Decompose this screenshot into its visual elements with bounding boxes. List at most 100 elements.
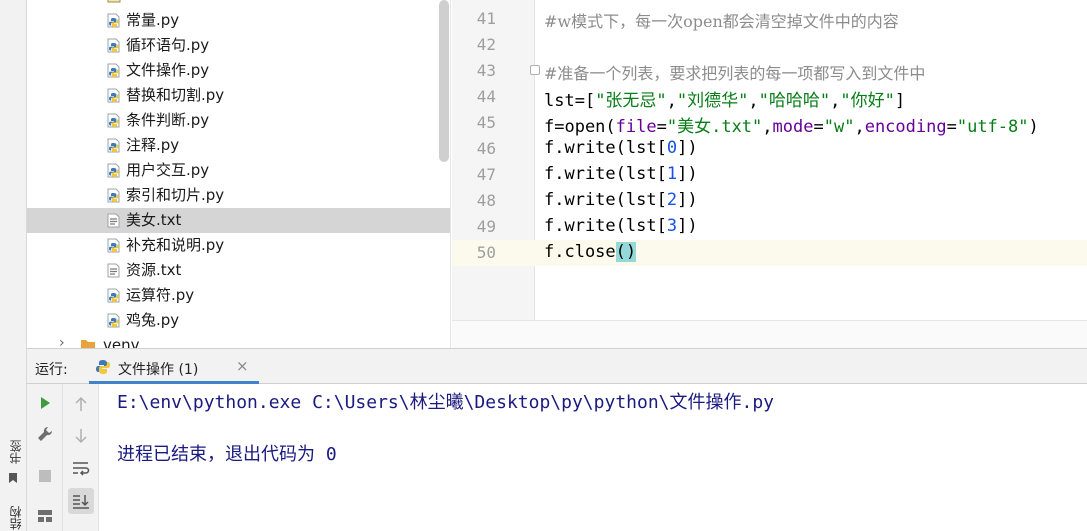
tree-item-label: 循环语句.py <box>126 36 210 54</box>
tree-item[interactable]: 美女.txt <box>27 208 450 233</box>
tree-item[interactable]: 用户交互.py <box>27 158 450 183</box>
line-number: 44 <box>476 87 496 106</box>
rerun-button[interactable] <box>35 393 55 413</box>
line-number: 47 <box>476 165 496 184</box>
arrow-down-icon <box>75 429 87 444</box>
code-editor[interactable]: 41 #w模式下，每一次open都会清空掉文件中的内容 42 43 #准备一个列… <box>452 0 1087 348</box>
soft-wrap-button[interactable] <box>71 458 91 478</box>
tree-item[interactable]: 条件判断.py <box>27 108 450 133</box>
play-icon <box>41 397 50 409</box>
tree-item[interactable]: 索引和切片.py <box>27 183 450 208</box>
image-file-icon <box>107 0 121 3</box>
run-toolbar-primary <box>27 384 63 531</box>
run-toolbar-secondary <box>63 384 99 531</box>
scroll-down-button[interactable] <box>71 426 91 446</box>
line-number: 42 <box>476 35 496 54</box>
tree-item[interactable]: 资源.txt <box>27 258 450 283</box>
structure-tab[interactable]: 结构 <box>7 506 24 530</box>
scroll-to-end-button[interactable] <box>68 488 94 514</box>
python-icon <box>96 360 110 374</box>
code-line-50: 50 f.close() <box>452 240 1087 266</box>
code-text: f.write(lst[1]) <box>544 164 698 184</box>
code-line-49: 49 f.write(lst[3]) <box>452 214 1087 240</box>
bookmark-icon <box>9 473 17 483</box>
tree-item-label: 资源.txt <box>126 261 182 279</box>
code-text: f.write(lst[0]) <box>544 138 698 158</box>
scroll-to-end-icon <box>73 495 89 509</box>
project-tree: 常量.py 循环语句.py 文件操作.py 替换和切割.py 条件判断.py 注释.py 用… <box>27 0 451 348</box>
console-command-line: E:\env\python.exe C:\Users\林尘曦\Desktop\p… <box>117 392 775 413</box>
tree-item[interactable]: 鸡兔.py <box>27 308 450 333</box>
code-line-43: 43 #准备一个列表，要求把列表的每一项都写入到文件中 <box>452 58 1087 84</box>
text-file-icon <box>107 213 120 228</box>
line-number: 49 <box>476 217 496 236</box>
python-file-icon <box>107 38 120 53</box>
code-line-45: 45 f=open(file="美女.txt",mode="w",encodin… <box>452 110 1087 137</box>
code-text: #w模式下，每一次open都会清空掉文件中的内容 <box>544 12 899 31</box>
line-number: 46 <box>476 139 496 158</box>
python-file-icon <box>107 138 120 153</box>
folder-icon <box>81 340 95 348</box>
text-file-icon <box>107 263 120 278</box>
code-line-44: 44 lst=["张无忌","刘德华","哈哈哈","你好"] <box>452 84 1087 111</box>
code-line-48: 48 f.write(lst[2]) <box>452 188 1087 214</box>
settings-button[interactable] <box>35 424 55 444</box>
code-line-46: 46 f.write(lst[0]) <box>452 136 1087 162</box>
tree-item[interactable]: 替换和切割.py <box>27 83 450 108</box>
editor-bottom-area <box>452 320 1087 348</box>
chevron-right-icon[interactable]: › <box>59 335 65 348</box>
tree-item-label: 条件判断.py <box>126 111 210 129</box>
line-number: 41 <box>476 9 496 28</box>
python-file-icon <box>107 188 120 203</box>
tree-item-label: 用户交互.py <box>126 161 210 179</box>
wrap-icon <box>73 462 90 476</box>
python-file-icon <box>107 88 120 103</box>
tree-folder-venv[interactable]: › venv <box>27 333 450 348</box>
python-file-icon <box>107 238 120 253</box>
run-tab-label: 文件操作 (1) <box>118 362 199 378</box>
tree-item[interactable]: 循环语句.py <box>27 33 450 58</box>
close-icon[interactable]: × <box>236 357 249 375</box>
tree-row-partial[interactable] <box>27 0 450 8</box>
left-tool-strip: 书签 结构 <box>0 0 27 531</box>
tree-item[interactable]: 注释.py <box>27 133 450 158</box>
line-number: 48 <box>476 191 496 210</box>
tree-item[interactable]: 运算符.py <box>27 283 450 308</box>
run-console[interactable]: E:\env\python.exe C:\Users\林尘曦\Desktop\p… <box>99 384 1087 531</box>
tree-item[interactable]: 常量.py <box>27 8 450 33</box>
console-exit-line: 进程已结束，退出代码为 0 <box>117 444 337 465</box>
tree-item-label: 鸡兔.py <box>126 311 180 329</box>
tree-item-label: 补充和说明.py <box>126 236 225 254</box>
tree-item[interactable]: 文件操作.py <box>27 58 450 83</box>
code-text: f.close() <box>544 242 637 262</box>
fold-marker-icon[interactable] <box>530 65 540 75</box>
code-text: f=open(file="美女.txt",mode="w",encoding="… <box>544 117 1039 137</box>
code-line-41: 41 #w模式下，每一次open都会清空掉文件中的内容 <box>452 6 1087 32</box>
python-file-icon <box>107 313 120 328</box>
tree-scrollbar[interactable] <box>439 0 449 162</box>
wrench-icon <box>38 426 53 441</box>
tree-item[interactable]: 补充和说明.py <box>27 233 450 258</box>
stop-icon <box>39 470 51 482</box>
code-text: #准备一个列表，要求把列表的每一项都写入到文件中 <box>544 64 926 83</box>
code-line-47: 47 f.write(lst[1]) <box>452 162 1087 188</box>
tree-item-label: 索引和切片.py <box>126 186 225 204</box>
scroll-up-button[interactable] <box>71 394 91 414</box>
stop-button[interactable] <box>35 466 55 486</box>
python-file-icon <box>107 288 120 303</box>
run-tool-window-header: 运行: 文件操作 (1) × <box>27 348 1087 384</box>
arrow-up-icon <box>75 396 87 411</box>
tree-item-label: 注释.py <box>126 136 180 154</box>
tree-folder-label: venv <box>103 336 140 348</box>
layout-button[interactable] <box>35 506 55 526</box>
tree-item-label: 美女.txt <box>126 211 182 229</box>
code-line-42: 42 <box>452 32 1087 58</box>
python-file-icon <box>107 113 120 128</box>
code-text: f.write(lst[2]) <box>544 190 698 210</box>
tree-item-label: 运算符.py <box>126 286 195 304</box>
bookmarks-tab[interactable]: 书签 <box>7 440 24 464</box>
run-tab[interactable]: 文件操作 (1) × <box>89 349 259 384</box>
python-file-icon <box>107 163 120 178</box>
python-file-icon <box>107 13 120 28</box>
tree-item-label: 常量.py <box>126 11 180 29</box>
